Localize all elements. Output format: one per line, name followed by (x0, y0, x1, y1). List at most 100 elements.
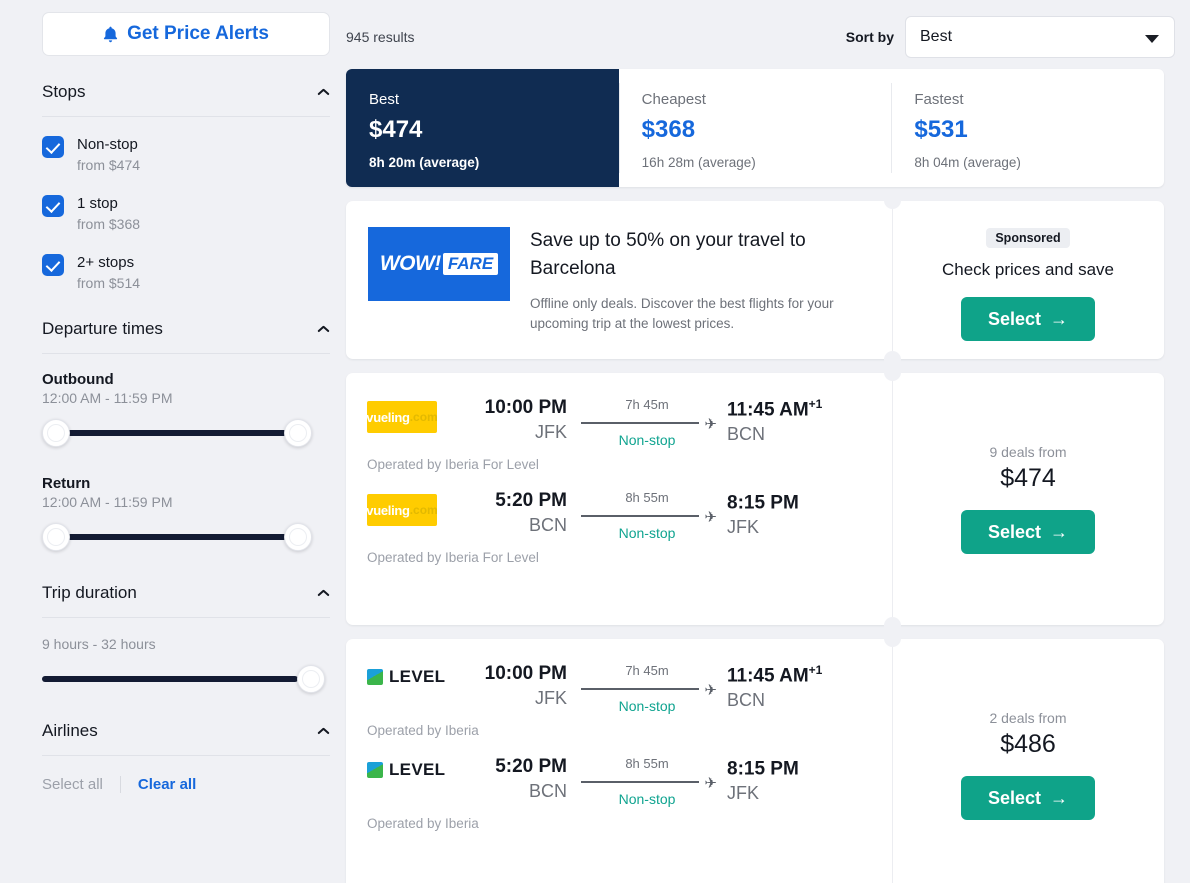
wowfare-logo-first: WOW! (379, 252, 441, 275)
divider (119, 776, 121, 793)
return-label: Return (42, 475, 91, 492)
arrival-block: 8:15 PM JFK (721, 756, 892, 804)
tab-price: $474 (369, 116, 423, 143)
leg-duration-block: 8h 55m ✈ Non-stop (573, 756, 721, 807)
operated-by-outbound: Operated by Iberia (367, 723, 479, 738)
departure-time: 5:20 PM (495, 490, 567, 511)
level-logo: LEVEL (367, 760, 463, 780)
tab-duration: 8h 20m (average) (369, 155, 480, 170)
sort-select[interactable]: Best (905, 16, 1175, 58)
sponsored-ad-card: WOW! FARE Save up to 50% on your travel … (346, 192, 1164, 368)
stops-option-nonstop[interactable]: Non-stop from $474 (42, 135, 330, 175)
arrow-right-icon: → (1050, 308, 1069, 329)
flight-itinerary: vueling .com 10:00 PM JFK 7h 45m ✈ Non-s… (346, 373, 892, 625)
flight-price-panel: 9 deals from $474 Select → (884, 364, 1164, 634)
slider-knob-max[interactable] (284, 523, 312, 551)
airlines-actions: Select all Clear all (42, 756, 330, 793)
chevron-down-icon[interactable] (1145, 35, 1159, 43)
trip-duration-slider[interactable] (42, 661, 330, 699)
stops-option-2plus[interactable]: 2+ stops from $514 (42, 253, 330, 293)
ad-headline: Save up to 50% on your travel to Barcelo… (530, 230, 806, 279)
ad-select-button[interactable]: Select → (961, 297, 1095, 341)
leg-duration-block: 8h 55m ✈ Non-stop (573, 490, 721, 541)
select-all-link[interactable]: Select all (42, 776, 103, 793)
tab-cheapest[interactable]: Cheapest $368 16h 28m (average) (618, 69, 892, 187)
checkbox-checked-icon[interactable] (42, 136, 64, 158)
ticket-notch-top (884, 364, 901, 381)
tab-fastest[interactable]: Fastest $531 8h 04m (average) (891, 69, 1164, 187)
airline-logo-text: vueling (366, 502, 410, 518)
arrival-day-offset: +1 (808, 397, 823, 411)
arrival-time-value: 11:45 AM (727, 665, 809, 687)
vueling-logo: vueling .com (366, 401, 438, 433)
return-slider-group: Return 12:00 AM - 11:59 PM (42, 453, 330, 557)
flight-leg-return: vueling .com 5:20 PM BCN 8h 55m ✈ Non-st… (346, 472, 892, 541)
return-range-value: 12:00 AM - 11:59 PM (42, 494, 173, 510)
trip-duration-range: 9 hours - 32 hours (42, 636, 156, 652)
departure-block: 5:20 PM BCN (463, 756, 573, 802)
slider-knob-max[interactable] (284, 419, 312, 447)
sponsored-badge: Sponsored (986, 228, 1070, 248)
return-slider[interactable] (42, 519, 330, 557)
arrival-airport: BCN (727, 690, 766, 711)
checkbox-checked-icon[interactable] (42, 195, 64, 217)
flight-price: $486 (1000, 730, 1056, 758)
chevron-up-icon[interactable] (317, 88, 330, 96)
vueling-logo: vueling .com (366, 494, 438, 526)
ticket-notch-top (884, 630, 901, 647)
operated-by-return: Operated by Iberia (367, 816, 479, 831)
chevron-up-icon[interactable] (317, 589, 330, 597)
departure-time: 5:20 PM (495, 756, 567, 777)
filter-section-airlines: Airlines Select all Clear all (42, 721, 330, 793)
arrival-airport: JFK (727, 783, 760, 804)
chevron-up-icon[interactable] (317, 325, 330, 333)
checkbox-checked-icon[interactable] (42, 254, 64, 276)
ad-action-panel: Sponsored Check prices and save Select → (884, 192, 1164, 368)
plane-icon: ✈ (704, 416, 717, 433)
tab-best[interactable]: Best $474 8h 20m (average) (346, 69, 619, 187)
stops-header[interactable]: Stops (42, 82, 330, 117)
flight-itinerary: LEVEL 10:00 PM JFK 7h 45m ✈ Non-stop 11:… (346, 639, 892, 883)
plane-icon: ✈ (704, 775, 717, 792)
trip-duration-header[interactable]: Trip duration (42, 583, 330, 618)
departure-airport: JFK (534, 688, 567, 708)
arrival-airport: BCN (727, 424, 766, 445)
outbound-slider[interactable] (42, 415, 330, 453)
slider-knob-max[interactable] (297, 665, 325, 693)
flight-select-button[interactable]: Select → (961, 510, 1095, 554)
outbound-slider-group: Outbound 12:00 AM - 11:59 PM (42, 354, 330, 453)
ad-subtext: Offline only deals. Discover the best fl… (530, 296, 834, 332)
departure-airport: JFK (534, 422, 567, 442)
flight-search-page: Get Price Alerts Stops Non-stop from $47… (0, 0, 1190, 883)
flight-price-panel: 2 deals from $486 Select → (884, 630, 1164, 883)
filter-section-stops: Stops Non-stop from $474 1 stop from $36… (42, 82, 330, 293)
tab-label: Cheapest (641, 91, 706, 108)
departure-times-title: Departure times (42, 319, 163, 338)
outbound-range-value: 12:00 AM - 11:59 PM (42, 390, 173, 406)
departure-block: 5:20 PM BCN (463, 490, 573, 536)
flight-path-line: ✈ (581, 416, 717, 433)
flight-select-button[interactable]: Select → (961, 776, 1095, 820)
tab-duration: 8h 04m (average) (914, 155, 1021, 170)
departure-airport: BCN (528, 515, 567, 535)
slider-knob-min[interactable] (42, 419, 70, 447)
airline-logo-text: LEVEL (389, 667, 446, 686)
ad-content: WOW! FARE Save up to 50% on your travel … (346, 201, 892, 359)
arrival-time: 8:15 PM (727, 756, 892, 780)
airlines-header[interactable]: Airlines (42, 721, 330, 756)
get-price-alerts-button[interactable]: Get Price Alerts (42, 12, 330, 56)
select-label: Select (987, 308, 1042, 329)
departure-times-header[interactable]: Departure times (42, 319, 330, 354)
slider-knob-min[interactable] (42, 523, 70, 551)
leg-duration: 8h 55m (625, 756, 669, 771)
clear-all-link[interactable]: Clear all (138, 776, 196, 793)
chevron-up-icon[interactable] (317, 727, 330, 735)
departure-airport: BCN (528, 781, 567, 801)
stops-option-1stop[interactable]: 1 stop from $368 (42, 194, 330, 234)
leg-stops: Non-stop (618, 698, 676, 714)
arrival-time-value: 8:15 PM (727, 492, 799, 514)
bell-icon (103, 26, 118, 43)
flight-result-card[interactable]: LEVEL 10:00 PM JFK 7h 45m ✈ Non-stop 11:… (346, 630, 1164, 883)
arrow-right-icon: → (1050, 787, 1069, 808)
flight-result-card[interactable]: vueling .com 10:00 PM JFK 7h 45m ✈ Non-s… (346, 364, 1164, 634)
